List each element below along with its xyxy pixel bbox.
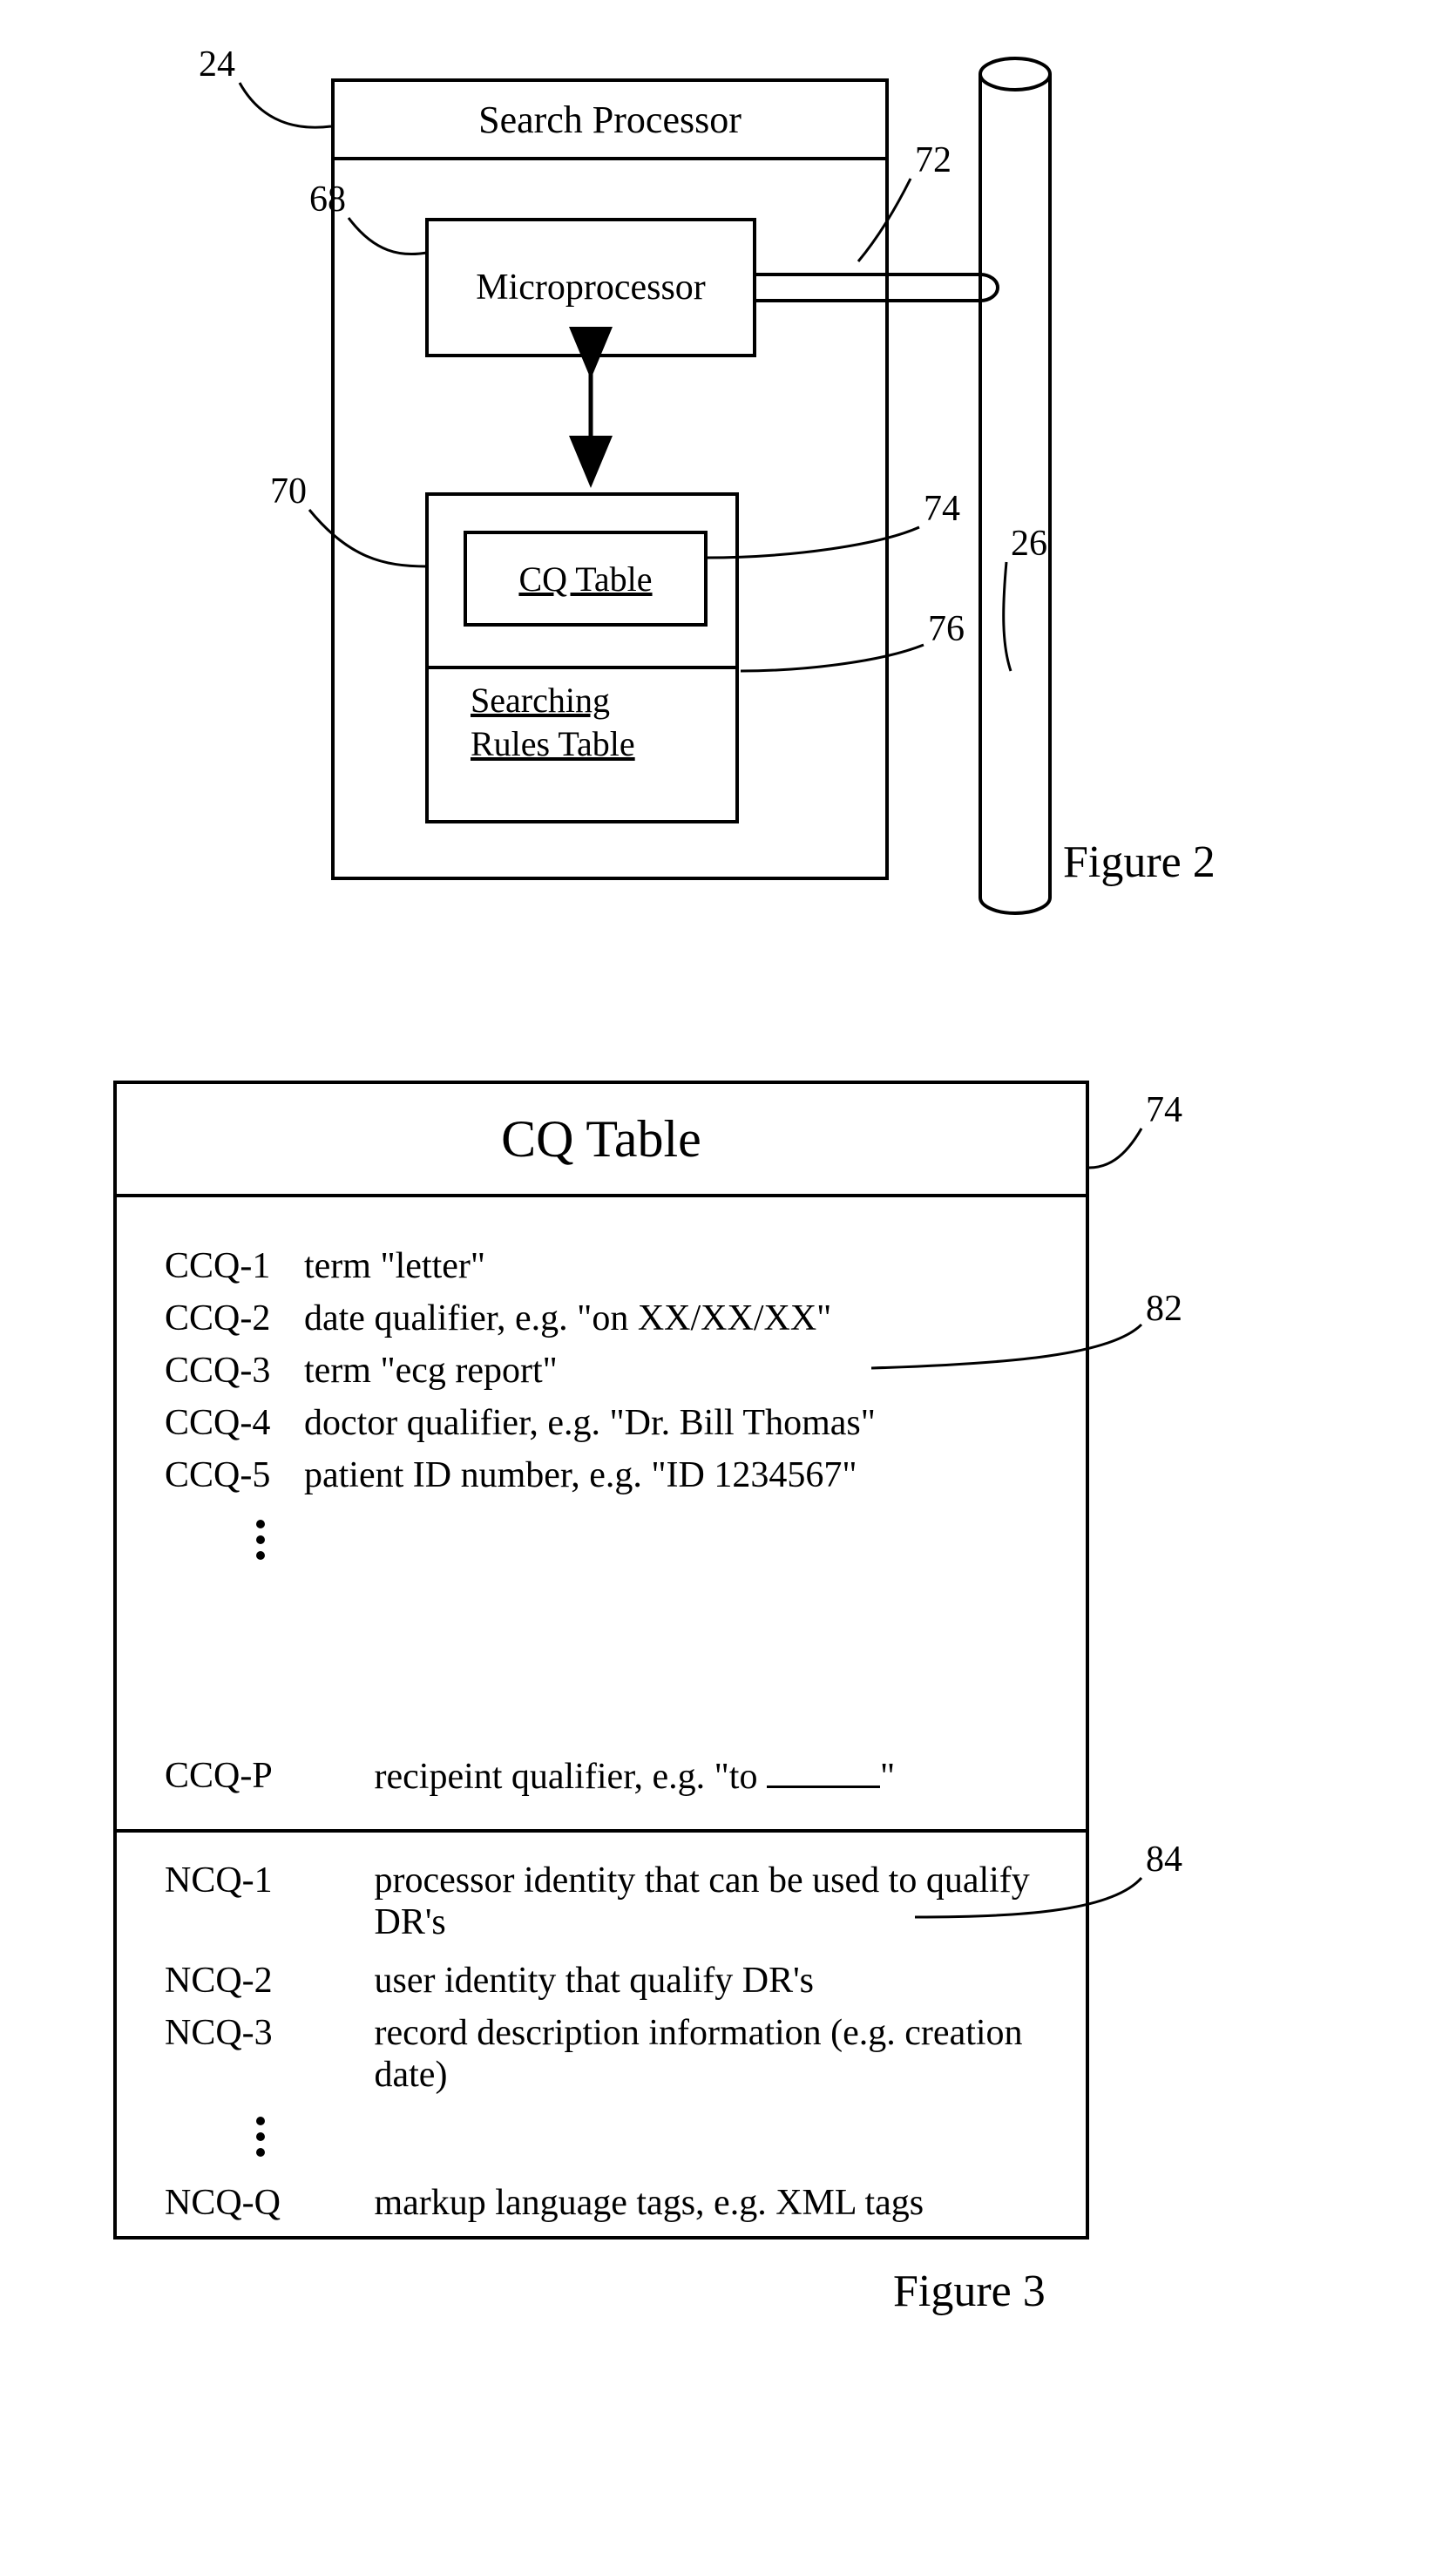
bus-cylinder	[980, 58, 1050, 913]
microprocessor-box: Microprocessor	[425, 218, 756, 357]
ref-24: 24	[199, 44, 235, 85]
ref-70: 70	[270, 471, 307, 512]
cq-table-separator	[117, 1829, 1086, 1833]
cq-table-titlebar: CQ Table	[117, 1084, 1086, 1197]
ref-76: 76	[928, 608, 965, 650]
microprocessor-label: Microprocessor	[476, 267, 706, 308]
ref-84: 84	[1146, 1839, 1182, 1880]
ccq-row-p: CCQ-P recipeint qualifier, e.g. "to "	[165, 1755, 1060, 1798]
memory-separator	[429, 666, 735, 669]
ncq-row-2: NCQ-2 user identity that qualify DR's	[165, 1960, 1060, 2002]
ccq-row-1: CCQ-1term "letter"	[165, 1245, 1060, 1287]
ccq-row-4: CCQ-4doctor qualifier, e.g. "Dr. Bill Th…	[165, 1402, 1060, 1444]
ncq-row-1: NCQ-1 processor identity that can be use…	[165, 1860, 1060, 1943]
ccq-row-3: CCQ-3term "ecg report"	[165, 1350, 1060, 1392]
searching-rules-label: Searching Rules Table	[471, 679, 706, 766]
cq-table-title: CQ Table	[501, 1109, 701, 1169]
ref-74: 74	[924, 488, 960, 530]
cq-table-box: CQ Table	[464, 531, 708, 627]
blank-line	[767, 1755, 880, 1788]
figure-2-caption: Figure 2	[1063, 837, 1216, 888]
ncq-row-3: NCQ-3 record description information (e.…	[165, 2012, 1060, 2096]
ref-72: 72	[915, 139, 951, 181]
ccq-row-5: CCQ-5patient ID number, e.g. "ID 1234567…	[165, 1454, 1060, 1496]
ref-fig3-74: 74	[1146, 1089, 1182, 1131]
ccq-ellipsis	[256, 1520, 265, 1560]
ref-26: 26	[1011, 523, 1047, 565]
ccq-row-2: CCQ-2date qualifier, e.g. "on XX/XX/XX"	[165, 1298, 1060, 1339]
ref-82: 82	[1146, 1288, 1182, 1330]
cq-table-outer: CQ Table CCQ-1term "letter" CCQ-2date qu…	[113, 1081, 1089, 2240]
search-processor-titlebar: Search Processor	[335, 82, 885, 160]
search-processor-title: Search Processor	[478, 98, 742, 142]
ncq-row-q: NCQ-Q markup language tags, e.g. XML tag…	[165, 2182, 1060, 2224]
cq-table-label: CQ Table	[518, 559, 652, 600]
ncq-ellipsis	[256, 2117, 265, 2157]
ref-68: 68	[309, 179, 346, 220]
figure-3-caption: Figure 3	[893, 2266, 1046, 2317]
memory-box: CQ Table Searching Rules Table	[425, 492, 739, 823]
